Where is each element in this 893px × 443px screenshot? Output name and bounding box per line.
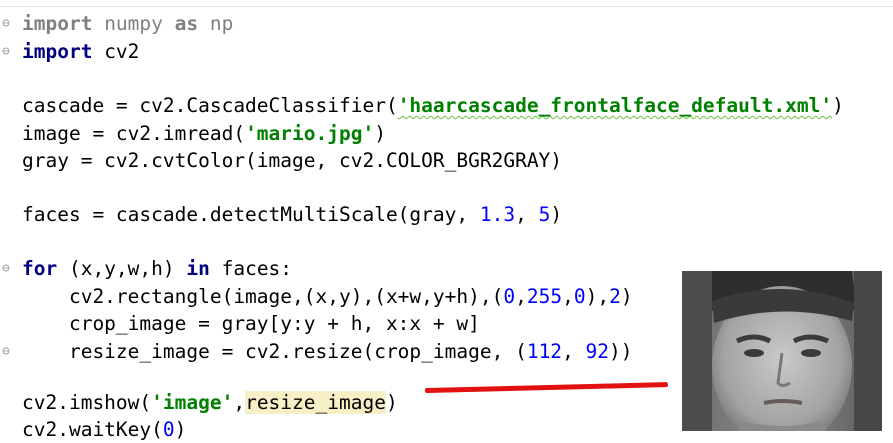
fold-marker-icon[interactable]: ⊖ [2,10,16,37]
code-token: )) [609,340,633,363]
fold-marker-icon[interactable]: ⊖ [2,255,16,282]
fold-end-marker-icon[interactable]: ⊖ [2,338,16,365]
code-token: , [562,285,574,308]
code-token: ) [385,391,398,414]
code-line-5[interactable]: image = cv2.imread('mario.jpg') [22,120,386,147]
code-line-4[interactable]: cascade = cv2.CascadeClassifier('haarcas… [22,92,844,119]
code-token: in [186,257,210,280]
code-token: resize_image = cv2.resize(crop_image, ( [22,340,527,363]
code-line-11[interactable]: cv2.rectangle(image,(x,y),(x+w,y+h),(0,2… [22,283,633,310]
code-token: , [515,203,539,226]
code-line-8[interactable]: faces = cascade.detectMultiScale(gray, 1… [22,201,562,228]
code-token: 112 [526,340,563,363]
code-token: , [233,391,246,414]
code-token: 0 [162,418,175,441]
code-line-6[interactable]: gray = cv2.cvtColor(image, cv2.COLOR_BGR… [22,147,562,174]
code-token: 0 [503,285,516,308]
code-token: cv2.waitKey( [22,418,163,441]
face-photo-image [682,271,882,431]
code-token: faces: [209,257,293,280]
code-line-10[interactable]: for (x,y,w,h) in faces: [22,255,292,282]
code-token: 0 [573,285,586,308]
annotation-arrow-line [424,382,668,393]
code-token: cv2.rectangle(image,(x,y),(x+w,y+h),( [22,285,504,308]
code-token: as [174,12,199,35]
code-token: 255 [526,285,563,308]
code-token: image = cv2.imread( [22,122,246,145]
code-token: , [515,285,527,308]
code-token: gray = cv2.cvtColor(image, cv2.COLOR_BGR… [22,149,563,172]
code-token: faces = cascade.detectMultiScale(gray, [22,203,480,226]
fold-marker-icon[interactable]: ⊖ [2,38,16,65]
code-token: (x,y,w,h) [57,257,187,280]
code-token: ), [585,285,610,308]
code-line-13[interactable]: resize_image = cv2.resize(crop_image, (1… [22,338,633,365]
code-token: , [562,340,586,363]
code-token: 92 [585,340,610,363]
code-token: cv2.imshow( [22,391,152,414]
code-token: for [22,257,58,280]
code-token: import [22,40,93,63]
code-token: 'mario.jpg' [245,122,375,145]
code-line-16[interactable]: cv2.waitKey(0) [22,416,186,443]
code-token: import [22,12,93,35]
code-token: np [198,12,234,35]
editor-top-border [0,6,893,7]
code-line-1[interactable]: import numpy as np [22,10,233,37]
code-line-15[interactable]: cv2.imshow('image',resize_image) [22,389,398,416]
code-token: 'haarcascade_frontalface_default.xml' [397,94,833,117]
code-token: resize_image [245,391,386,414]
code-token: 'image' [151,391,234,414]
code-token: numpy [92,12,175,35]
code-token: cv2 [92,40,140,63]
code-token: ) [550,203,563,226]
code-token: 2 [609,285,621,308]
code-line-2[interactable]: import cv2 [22,38,139,65]
code-token: 1.3 [479,203,516,226]
code-line-12[interactable]: crop_image = gray[y:y + h, x:x + w] [22,310,480,337]
code-token: cascade = cv2.CascadeClassifier( [22,94,398,117]
code-token: 5 [538,203,551,226]
face-photo [682,271,882,431]
code-token: ) [174,418,187,441]
code-token: crop_image = gray[y:y + h, x:x + w] [22,312,480,335]
code-token: ) [620,285,633,308]
code-token: ) [374,122,386,145]
code-token: ) [832,94,844,117]
